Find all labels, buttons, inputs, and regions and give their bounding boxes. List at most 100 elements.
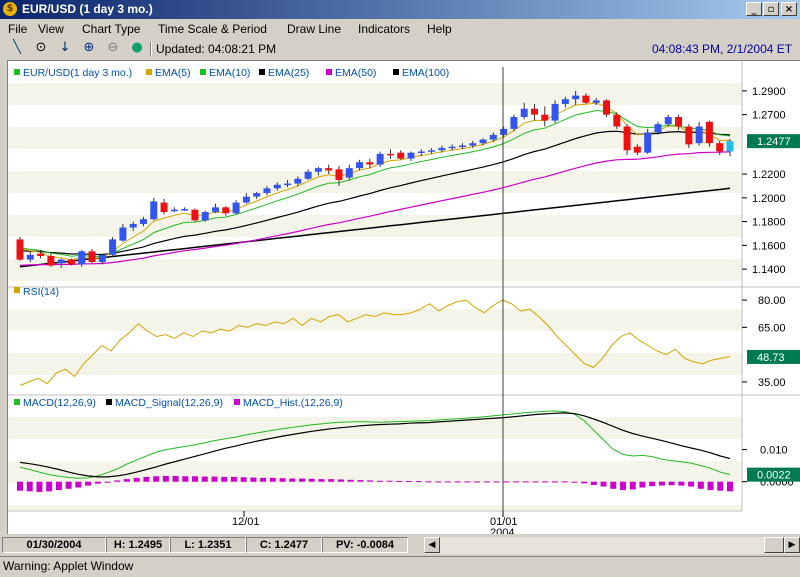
price-tick-label: 1.2200 xyxy=(752,169,786,181)
macd-band xyxy=(8,417,742,439)
menu-file[interactable]: File xyxy=(8,22,27,36)
title-bar[interactable]: $ EUR/USD (1 day 3 mo.) _ ▫ × xyxy=(0,0,800,19)
menu-view[interactable]: View xyxy=(38,22,64,36)
macd-hist-bar xyxy=(308,478,315,482)
legend-swatch xyxy=(14,69,20,75)
macd-badge-label: 0.0022 xyxy=(757,470,791,482)
price-legend-item: EMA(10) xyxy=(209,67,250,79)
macd-hist-bar xyxy=(522,481,529,483)
close-icon[interactable]: × xyxy=(781,2,797,16)
menu-help[interactable]: Help xyxy=(427,22,452,36)
candle-body xyxy=(675,117,683,127)
minimize-icon[interactable]: _ xyxy=(746,2,762,16)
menu-time-scale[interactable]: Time Scale & Period xyxy=(158,22,267,36)
legend-swatch xyxy=(234,399,240,405)
zoom-in-icon[interactable]: ⊕ xyxy=(80,40,98,58)
candle-body xyxy=(654,124,662,133)
candle-body xyxy=(397,152,405,159)
candle-body xyxy=(366,162,374,165)
candle-body xyxy=(57,259,65,264)
macd-hist-bar xyxy=(571,481,578,483)
scroll-left-icon[interactable]: ◀ xyxy=(424,537,440,553)
legend-swatch xyxy=(200,69,206,75)
candle-body xyxy=(726,141,734,152)
rsi-tick-label: 35.00 xyxy=(758,377,786,389)
candle-body xyxy=(376,153,384,165)
macd-hist-bar xyxy=(279,478,286,482)
candle-body xyxy=(129,223,137,228)
candle-body xyxy=(386,153,394,156)
candle-body xyxy=(500,128,508,135)
candle-body xyxy=(109,239,117,255)
macd-hist-bar xyxy=(425,481,432,483)
macd-hist-bar xyxy=(629,481,636,490)
menu-indicators[interactable]: Indicators xyxy=(358,22,410,36)
draw-line-icon[interactable]: ╲ xyxy=(8,40,26,58)
macd-tick-label: 0.010 xyxy=(760,445,788,457)
legend-swatch xyxy=(14,399,20,405)
candle-body xyxy=(644,132,652,153)
macd-hist-bar xyxy=(658,481,665,486)
candle-body xyxy=(479,139,487,144)
status-pv: PV: -0.0084 xyxy=(322,537,408,553)
crosshair-icon[interactable]: ⊙ xyxy=(32,40,50,58)
clock: 04:08:43 PM, 2/1/2004 ET xyxy=(652,42,793,56)
candle-body xyxy=(98,254,106,262)
macd-hist-bar xyxy=(551,481,558,483)
macd-hist-bar xyxy=(435,481,442,483)
macd-hist-bar xyxy=(318,479,325,482)
candle-body xyxy=(520,108,528,118)
menu-draw-line[interactable]: Draw Line xyxy=(287,22,341,36)
candle-body xyxy=(428,150,436,152)
rsi-badge-label: 48.73 xyxy=(757,352,785,364)
price-tick-label: 1.2700 xyxy=(752,110,786,122)
candle-body xyxy=(201,212,209,221)
candle-body xyxy=(67,259,75,265)
price-tick-label: 1.2900 xyxy=(752,86,786,98)
macd-hist-bar xyxy=(347,479,354,482)
scroll-right-icon[interactable]: ▶ xyxy=(784,537,800,553)
scroll-thumb[interactable] xyxy=(764,537,784,553)
legend-swatch xyxy=(393,69,399,75)
candle-body xyxy=(685,126,693,145)
macd-hist-bar xyxy=(367,480,374,482)
candle-body xyxy=(222,207,230,214)
legend-swatch xyxy=(146,69,152,75)
horizontal-scrollbar[interactable]: ◀ ▶ xyxy=(424,537,800,554)
chart-svg[interactable]: 1.2900 1.2700 1.2200 1.2000 1.1800 1.1600 1.14… xyxy=(8,61,800,539)
zoom-out-icon[interactable]: ⊖ xyxy=(104,40,122,58)
rsi-tick-label: 65.00 xyxy=(758,322,786,334)
candle-body xyxy=(16,239,24,260)
price-band xyxy=(8,149,742,171)
macd-band xyxy=(8,439,742,461)
rsi-tick-label: 80.00 xyxy=(758,295,786,307)
updated-time: Updated: 04:08:21 PM xyxy=(156,42,277,56)
macd-hist-bar xyxy=(192,476,199,482)
x-axis-background xyxy=(8,511,742,534)
rsi-band xyxy=(8,375,742,395)
price-band xyxy=(8,171,742,193)
menu-chart-type[interactable]: Chart Type xyxy=(82,22,140,36)
menu-bar: File View Chart Type Time Scale & Period… xyxy=(0,19,800,39)
rsi-legend: RSI(14) xyxy=(23,286,59,298)
macd-hist-bar xyxy=(542,481,549,483)
candle-body xyxy=(284,183,292,186)
macd-band xyxy=(8,461,742,483)
refresh-icon[interactable]: ● xyxy=(128,40,146,58)
candle-body xyxy=(253,193,261,197)
candle-body xyxy=(510,117,518,129)
price-band xyxy=(8,83,742,105)
restore-icon[interactable]: ▫ xyxy=(763,2,779,16)
macd-hist-bar xyxy=(221,476,228,482)
macd-hist-bar xyxy=(581,481,588,484)
candle-body xyxy=(150,201,158,220)
chart-area[interactable]: 1.2900 1.2700 1.2200 1.2000 1.1800 1.1600 1.14… xyxy=(7,60,800,539)
macd-hist-bar xyxy=(289,478,296,482)
candle-body xyxy=(356,162,364,169)
price-tick-label: 1.1800 xyxy=(752,217,786,229)
macd-hist-bar xyxy=(727,481,733,492)
down-arrow-icon[interactable]: ↓ xyxy=(56,40,74,58)
candle-body xyxy=(314,168,322,172)
macd-hist-bar xyxy=(396,481,403,483)
macd-hist-bar xyxy=(94,481,101,484)
